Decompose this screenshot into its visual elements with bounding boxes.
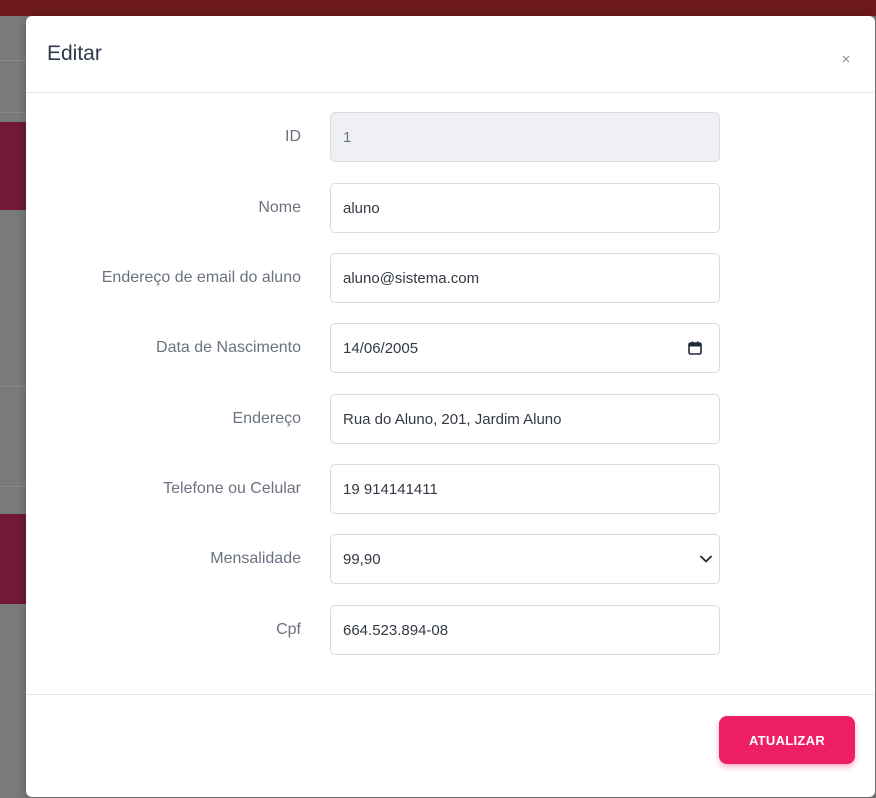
- monthly-fee-selected-value: 99,90: [343, 550, 381, 568]
- form-row-birthdate: Data de Nascimento: [26, 323, 875, 375]
- nome-label: Nome: [258, 199, 301, 216]
- phone-label: Telefone ou Celular: [163, 480, 301, 497]
- close-button[interactable]: ×: [838, 50, 854, 70]
- background-top-bar: [0, 0, 876, 16]
- form-row-nome: Nome: [26, 183, 875, 235]
- address-label: Endereço: [232, 410, 302, 427]
- form-row-monthly-fee: Mensalidade 99,90: [26, 534, 875, 586]
- birthdate-label: Data de Nascimento: [156, 339, 301, 356]
- monthly-fee-select[interactable]: 99,90: [330, 534, 720, 584]
- address-field[interactable]: [330, 394, 720, 444]
- modal-title: Editar: [47, 42, 102, 65]
- monthly-fee-label: Mensalidade: [210, 550, 301, 567]
- calendar-icon[interactable]: [688, 323, 702, 373]
- email-field[interactable]: [330, 253, 720, 303]
- chevron-down-icon[interactable]: [700, 534, 712, 584]
- id-field[interactable]: [330, 112, 720, 162]
- modal-header: Editar ×: [26, 16, 875, 93]
- update-button[interactable]: ATUALIZAR: [719, 716, 855, 764]
- form-row-cpf: Cpf: [26, 605, 875, 657]
- nome-field[interactable]: [330, 183, 720, 233]
- form-row-email: Endereço de email do aluno: [26, 253, 875, 305]
- form-row-phone: Telefone ou Celular: [26, 464, 875, 516]
- id-label: ID: [285, 128, 301, 145]
- email-label: Endereço de email do aluno: [101, 269, 301, 286]
- cpf-field[interactable]: [330, 605, 720, 655]
- form-row-address: Endereço: [26, 394, 875, 446]
- form-row-id: ID: [26, 112, 875, 164]
- cpf-label: Cpf: [276, 621, 301, 638]
- edit-modal: Editar × ID Nome Endereço de email do al…: [26, 16, 875, 797]
- modal-footer: ATUALIZAR: [26, 694, 875, 797]
- phone-field[interactable]: [330, 464, 720, 514]
- birthdate-field[interactable]: [330, 323, 720, 373]
